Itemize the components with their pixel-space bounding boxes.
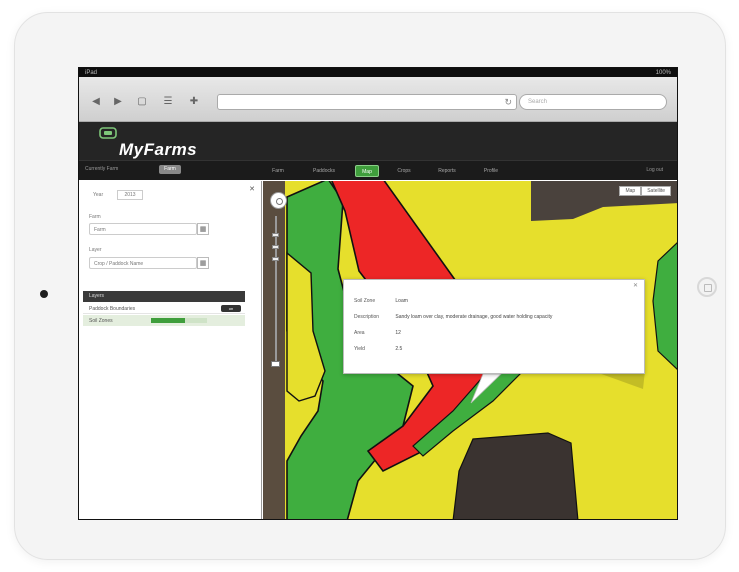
calendar-icon[interactable]: ▦ — [197, 257, 209, 269]
layer-row[interactable]: Soil Zones — [83, 315, 245, 326]
nav-item-map[interactable]: Map — [355, 165, 379, 177]
browser-toolbar: ◀ ▶ ▢ ☰ ✚ ↻ Search — [79, 77, 677, 122]
nav-item-paddocks[interactable]: Paddocks — [305, 165, 343, 177]
url-input[interactable]: ↻ — [217, 94, 517, 110]
nav-item-crops[interactable]: Crops — [391, 165, 417, 177]
reload-icon[interactable]: ↻ — [504, 97, 512, 108]
screen: iPad 100% ◀ ▶ ▢ ☰ ✚ ↻ Search MyFarms Cur… — [78, 67, 678, 520]
popup-key: Yield — [354, 346, 365, 352]
status-bar: iPad 100% — [79, 68, 677, 77]
zoom-slider-track[interactable] — [275, 216, 277, 366]
nav-item-farm[interactable]: Farm — [265, 165, 291, 177]
farm-label: Currently Farm — [85, 166, 119, 172]
layers-header: Layers — [83, 291, 245, 302]
zoom-in-icon[interactable] — [272, 233, 279, 237]
popup-key: Description — [354, 314, 380, 320]
layer-field-label: Layer — [89, 247, 102, 253]
layer-name: Soil Zones — [89, 318, 113, 324]
add-icon[interactable]: ✚ — [187, 96, 201, 108]
content-area: ✕ Year 2013 Farm Farm ▦ Layer Crop / Pad… — [79, 181, 677, 520]
map-type-satellite[interactable]: Satellite — [641, 186, 671, 196]
forward-icon[interactable]: ▶ — [111, 96, 125, 108]
map-border-strip — [263, 181, 285, 519]
status-left: iPad — [85, 69, 98, 76]
left-panel: ✕ Year 2013 Farm Farm ▦ Layer Crop / Pad… — [79, 181, 262, 519]
popup-row: Description Sandy loam over clay, modera… — [354, 314, 552, 320]
map-view[interactable]: Map Satellite ✕ Soil Zone Loam Descripti… — [263, 181, 677, 520]
layer-field[interactable]: Crop / Paddock Name — [89, 257, 197, 269]
popup-row: Soil Zone Loam — [354, 298, 408, 304]
popup-value: 2.5 — [395, 346, 403, 352]
close-icon[interactable]: ✕ — [249, 185, 255, 193]
app-logo[interactable]: MyFarms — [119, 140, 197, 160]
logout-link[interactable]: Log out — [646, 167, 663, 173]
close-icon[interactable]: ✕ — [633, 282, 638, 289]
year-select[interactable]: 2013 — [117, 190, 143, 200]
map-type-toggle: Map Satellite — [619, 186, 671, 196]
camera-dot — [40, 290, 48, 298]
year-label: Year — [93, 192, 104, 198]
app-header: MyFarms — [79, 122, 677, 160]
browser-search-input[interactable]: Search — [519, 94, 667, 110]
layer-name: Paddock Boundaries — [89, 306, 136, 312]
opacity-slider-fill — [151, 318, 185, 323]
field-zone-dark[interactable] — [452, 432, 579, 520]
layer-toggle-button[interactable]: on — [221, 305, 241, 312]
nav-item-reports[interactable]: Reports — [431, 165, 463, 177]
bookmarks-icon[interactable]: ☰ — [161, 96, 175, 108]
zoom-slider-knob[interactable] — [271, 361, 280, 367]
info-popup: ✕ Soil Zone Loam Description Sandy loam … — [343, 279, 645, 374]
back-icon[interactable]: ◀ — [89, 96, 103, 108]
popup-row: Area 12 — [354, 330, 401, 336]
farm-field[interactable]: Farm — [89, 223, 197, 235]
popup-value: Sandy loam over clay, moderate drainage,… — [395, 314, 553, 320]
zoom-level-icon[interactable] — [272, 257, 279, 261]
calendar-icon[interactable]: ▦ — [197, 223, 209, 235]
tabs-icon[interactable]: ▢ — [135, 96, 149, 108]
popup-value: Loam — [395, 298, 408, 304]
logo-icon — [99, 127, 117, 139]
zoom-out-icon[interactable] — [272, 245, 279, 249]
nav-item-profile[interactable]: Profile — [477, 165, 505, 177]
map-type-map[interactable]: Map — [619, 186, 642, 196]
main-nav: Currently Farm Farm Farm Paddocks Map Cr… — [79, 160, 677, 180]
farm-select[interactable]: Farm — [159, 165, 181, 174]
popup-key: Area — [354, 330, 365, 336]
farm-field-label: Farm — [89, 214, 101, 220]
opacity-slider[interactable] — [151, 318, 207, 323]
pan-control[interactable] — [270, 192, 287, 209]
layer-row[interactable]: Paddock Boundaries on — [83, 303, 245, 314]
popup-value: 12 — [395, 330, 401, 336]
popup-key: Soil Zone — [354, 298, 376, 304]
battery-label: 100% — [655, 69, 671, 76]
popup-row: Yield 2.5 — [354, 346, 402, 352]
home-button[interactable] — [697, 277, 717, 297]
